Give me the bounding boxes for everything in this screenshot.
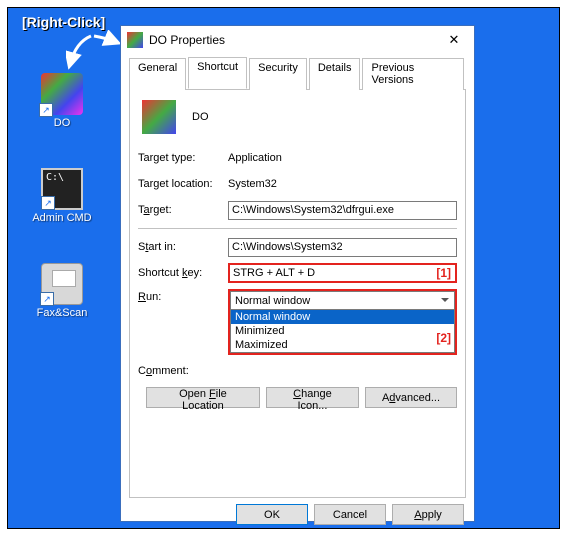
properties-window: DO Properties ✕ General Shortcut Securit… bbox=[120, 25, 475, 522]
open-file-location-button[interactable]: Open File Location bbox=[146, 387, 260, 408]
comment-label: Comment: bbox=[138, 365, 228, 377]
annotation-2: [2] bbox=[436, 331, 451, 345]
cancel-button[interactable]: Cancel bbox=[314, 504, 386, 525]
tab-previous-versions[interactable]: Previous Versions bbox=[362, 58, 464, 90]
window-title: DO Properties bbox=[149, 33, 434, 47]
shortcut-overlay-icon: ↗ bbox=[40, 292, 54, 306]
shortcut-pane: DO Target type: Application Target locat… bbox=[129, 90, 466, 498]
close-button[interactable]: ✕ bbox=[434, 27, 474, 53]
separator bbox=[138, 228, 457, 229]
run-option-minimized[interactable]: Minimized bbox=[231, 324, 454, 338]
run-dropdown-list: Normal window Minimized Maximized bbox=[230, 310, 455, 353]
target-type-label: Target type: bbox=[138, 152, 228, 164]
target-location-value: System32 bbox=[228, 178, 277, 190]
shortcut-key-input[interactable]: STRG + ALT + D [1] bbox=[228, 263, 457, 283]
start-in-label: Start in: bbox=[138, 241, 228, 253]
shortcut-key-label: Shortcut key: bbox=[138, 267, 228, 279]
change-icon-button[interactable]: Change Icon... bbox=[266, 387, 359, 408]
tab-security[interactable]: Security bbox=[249, 58, 307, 90]
run-label: Run: bbox=[138, 289, 228, 303]
target-label: Target: bbox=[138, 204, 228, 216]
cmd-icon: ↗ bbox=[41, 168, 83, 210]
tab-details[interactable]: Details bbox=[309, 58, 361, 90]
target-type-value: Application bbox=[228, 152, 282, 164]
tab-general[interactable]: General bbox=[129, 58, 186, 90]
run-option-maximized[interactable]: Maximized bbox=[231, 338, 454, 352]
target-input[interactable] bbox=[228, 201, 457, 220]
desktop-icon-label: Admin CMD bbox=[32, 212, 92, 224]
desktop-icon-do[interactable]: ↗ DO bbox=[32, 73, 92, 129]
fax-icon: ↗ bbox=[41, 263, 83, 305]
start-in-input[interactable] bbox=[228, 238, 457, 257]
apply-button[interactable]: Apply bbox=[392, 504, 464, 525]
desktop-icon-label: Fax&Scan bbox=[32, 307, 92, 319]
ok-button[interactable]: OK bbox=[236, 504, 308, 525]
run-dropdown[interactable]: Normal window Normal window Minimized Ma… bbox=[228, 289, 457, 355]
desktop-icon-label: DO bbox=[32, 117, 92, 129]
shortcut-icon: ↗ bbox=[41, 73, 83, 115]
shortcut-large-icon bbox=[142, 100, 176, 134]
desktop-icon-fax-scan[interactable]: ↗ Fax&Scan bbox=[32, 263, 92, 319]
tab-shortcut[interactable]: Shortcut bbox=[188, 57, 247, 89]
shortcut-overlay-icon: ↗ bbox=[39, 103, 53, 117]
shortcut-overlay-icon: ↗ bbox=[41, 196, 55, 210]
run-option-normal[interactable]: Normal window bbox=[231, 310, 454, 324]
dialog-footer: OK Cancel Apply bbox=[121, 498, 474, 525]
app-icon bbox=[127, 32, 143, 48]
desktop-background: [Right-Click] ↗ DO ↗ Admin CMD ↗ Fax&Sca… bbox=[7, 7, 560, 529]
annotation-1: [1] bbox=[436, 266, 451, 280]
rightclick-annotation: [Right-Click] bbox=[22, 14, 105, 30]
tab-strip: General Shortcut Security Details Previo… bbox=[129, 57, 466, 90]
shortcut-name: DO bbox=[192, 111, 209, 123]
titlebar[interactable]: DO Properties ✕ bbox=[121, 26, 474, 54]
target-location-label: Target location: bbox=[138, 178, 228, 190]
desktop-icon-admin-cmd[interactable]: ↗ Admin CMD bbox=[32, 168, 92, 224]
advanced-button[interactable]: Advanced... bbox=[365, 387, 457, 408]
run-selected[interactable]: Normal window bbox=[230, 291, 455, 310]
